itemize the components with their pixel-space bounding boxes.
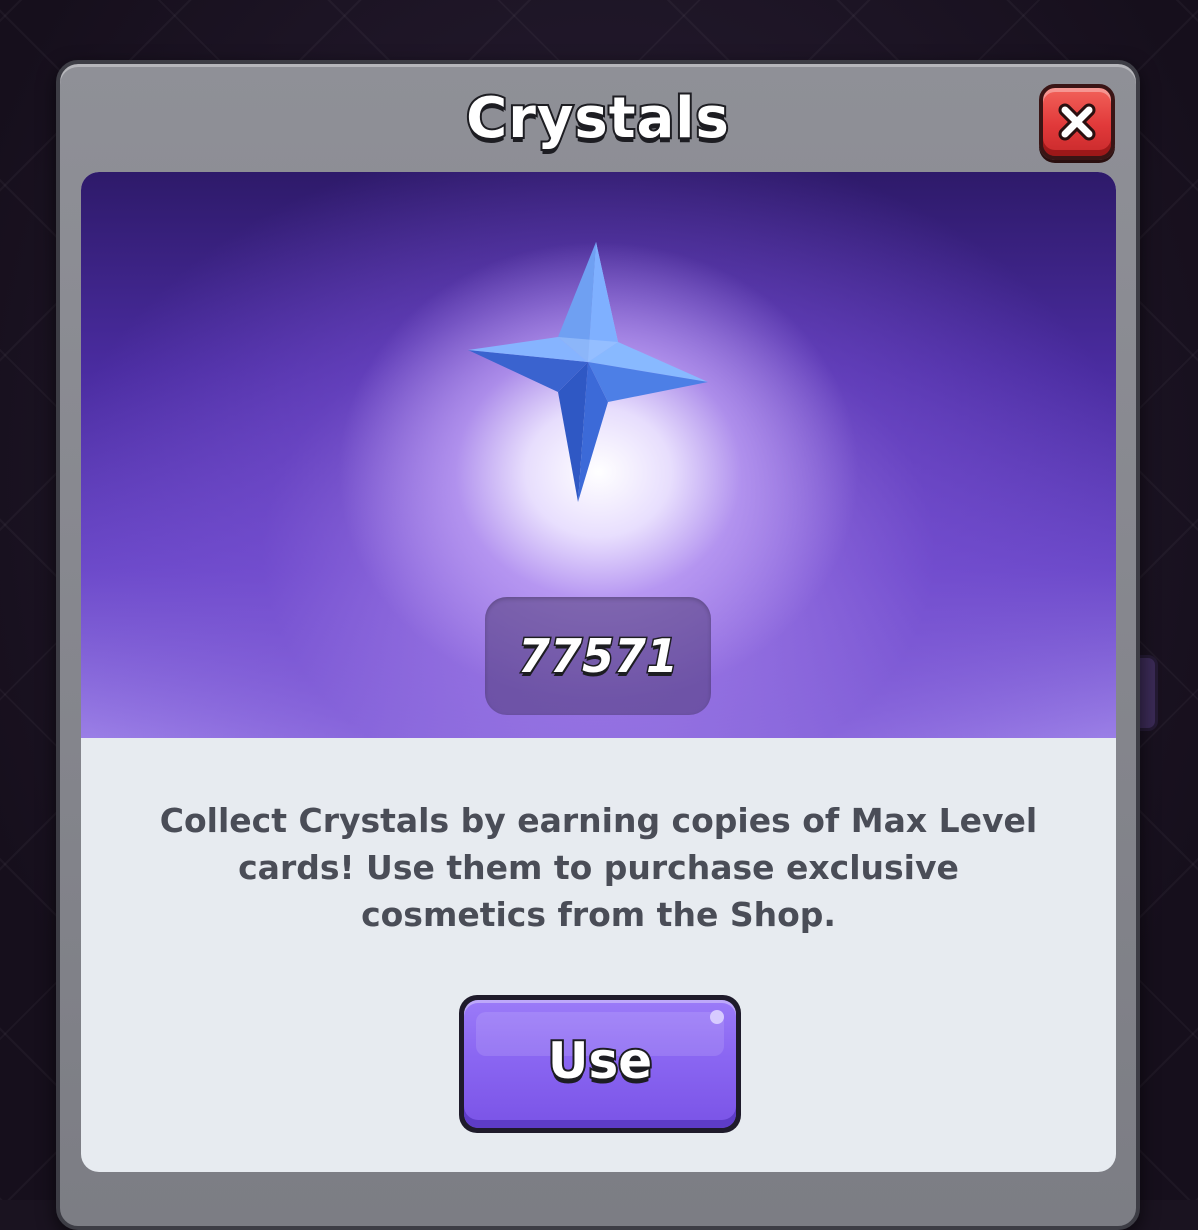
crystal-hero: 77571 <box>81 172 1116 738</box>
highlight-dot <box>710 1010 724 1024</box>
use-button[interactable]: Use <box>459 995 741 1133</box>
crystal-icon <box>468 242 708 502</box>
crystal-count: 77571 <box>516 628 679 685</box>
use-button-label: Use <box>546 1030 654 1092</box>
close-icon <box>1058 103 1096 141</box>
dialog-title: Crystals <box>464 84 731 153</box>
content-panel: 77571 Collect Crystals by earning copies… <box>81 172 1116 1172</box>
crystal-count-box: 77571 <box>485 597 711 715</box>
description-text: Collect Crystals by earning copies of Ma… <box>159 801 1038 934</box>
use-button-face[interactable]: Use <box>464 1000 736 1128</box>
close-button[interactable] <box>1039 84 1115 160</box>
crystals-dialog: Crystals 77571 Collect Crystals by earni… <box>56 60 1140 1230</box>
